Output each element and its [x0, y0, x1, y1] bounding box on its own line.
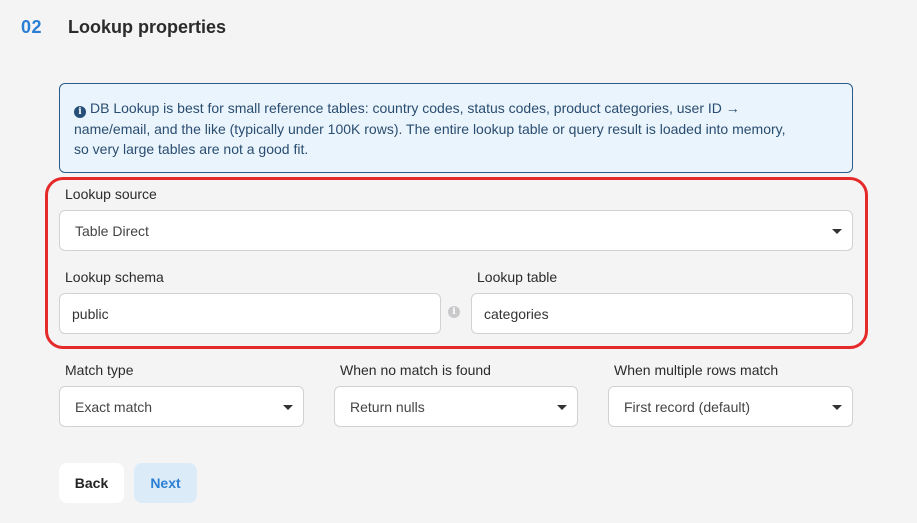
info-text-line2: name/email, and the like (typically unde…: [74, 120, 786, 137]
highlight-annotation: [45, 177, 868, 349]
info-text-line1: DB Lookup is best for small reference ta…: [90, 100, 740, 116]
info-callout: i DB Lookup is best for small reference t…: [59, 83, 853, 173]
match-type-select[interactable]: Exact match: [59, 386, 304, 427]
multiple-rows-select[interactable]: First record (default): [608, 386, 853, 427]
info-icon: i: [74, 106, 86, 118]
step-number: 02: [21, 17, 43, 37]
chevron-down-icon: [557, 404, 567, 410]
no-match-value: Return nulls: [350, 398, 425, 415]
chevron-down-icon: [283, 404, 293, 410]
chevron-down-icon: [832, 404, 842, 410]
multiple-rows-label: When multiple rows match: [614, 362, 779, 378]
next-button[interactable]: Next: [134, 463, 197, 503]
no-match-label: When no match is found: [340, 362, 491, 378]
back-button[interactable]: Back: [59, 463, 124, 503]
info-text-line3: so very large tables are not a good fit.: [74, 141, 309, 157]
no-match-select[interactable]: Return nulls: [334, 386, 578, 427]
match-type-value: Exact match: [75, 398, 153, 415]
page-title: Lookup properties: [68, 17, 227, 37]
match-type-label: Match type: [65, 362, 134, 378]
multiple-rows-value: First record (default): [624, 398, 751, 415]
